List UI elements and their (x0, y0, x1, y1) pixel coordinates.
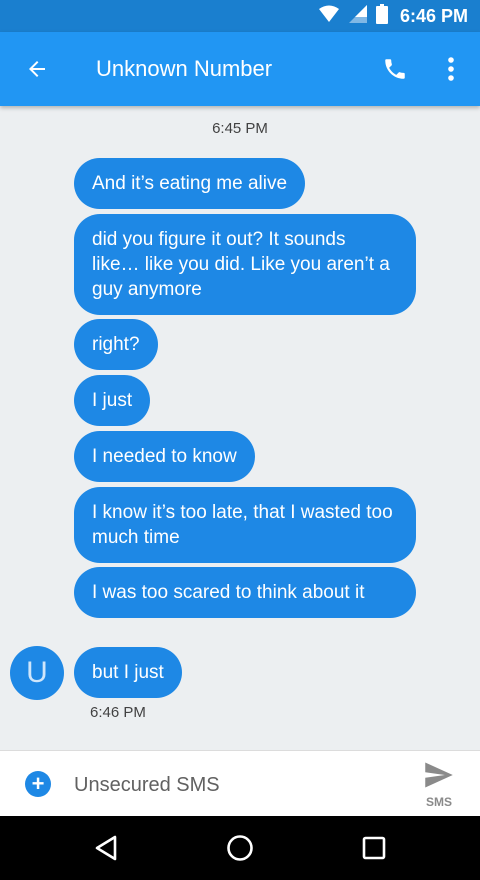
square-recents-icon (362, 836, 386, 860)
conversation-title: Unknown Number (96, 56, 273, 81)
message-bubble[interactable]: And it’s eating me alive (74, 158, 306, 209)
call-button[interactable] (378, 52, 412, 86)
add-attachment-button[interactable]: + (25, 771, 51, 797)
timestamp: 6:45 PM (212, 120, 268, 137)
message-bubble[interactable]: but I just (74, 647, 182, 698)
message-input[interactable] (74, 769, 394, 801)
arrow-left-icon (29, 61, 45, 77)
message-bubble[interactable]: right? (74, 319, 158, 370)
timestamp: 6:46 PM (90, 704, 146, 721)
circle-home-icon (227, 835, 253, 861)
more-vert-icon (448, 57, 454, 81)
status-icons: 6:46 PM (318, 0, 468, 32)
send-icon (425, 762, 453, 788)
contact-avatar[interactable]: U (10, 646, 64, 700)
back-button[interactable] (20, 52, 54, 86)
status-bar: 6:46 PM (0, 0, 480, 32)
cell-signal-icon (348, 4, 368, 29)
nav-recents-button[interactable] (358, 832, 390, 864)
nav-home-button[interactable] (224, 832, 256, 864)
battery-icon (375, 3, 388, 29)
send-button[interactable]: SMS (416, 759, 462, 811)
message-bubble[interactable]: I needed to know (74, 431, 255, 482)
triangle-back-icon (95, 835, 117, 861)
status-time: 6:46 PM (399, 5, 468, 26)
message-thread[interactable]: 6:45 PM And it’s eating me alive did you… (0, 106, 480, 750)
plus-icon: + (31, 771, 45, 796)
phone-icon (385, 59, 405, 79)
message-bubble[interactable]: I was too scared to think about it (74, 567, 416, 618)
send-type-label: SMS (425, 795, 452, 809)
nav-back-button[interactable] (90, 832, 122, 864)
message-bubble[interactable]: I just (74, 375, 151, 426)
app-bar: Unknown Number (0, 32, 480, 106)
message-composer: + SMS (0, 750, 480, 816)
more-options-button[interactable] (438, 52, 464, 86)
message-bubble[interactable]: I know it’s too late, that I wasted too … (74, 487, 416, 563)
navigation-bar (0, 816, 480, 880)
wifi-icon (318, 5, 340, 28)
message-bubble[interactable]: did you figure it out? It sounds like… l… (74, 214, 416, 315)
